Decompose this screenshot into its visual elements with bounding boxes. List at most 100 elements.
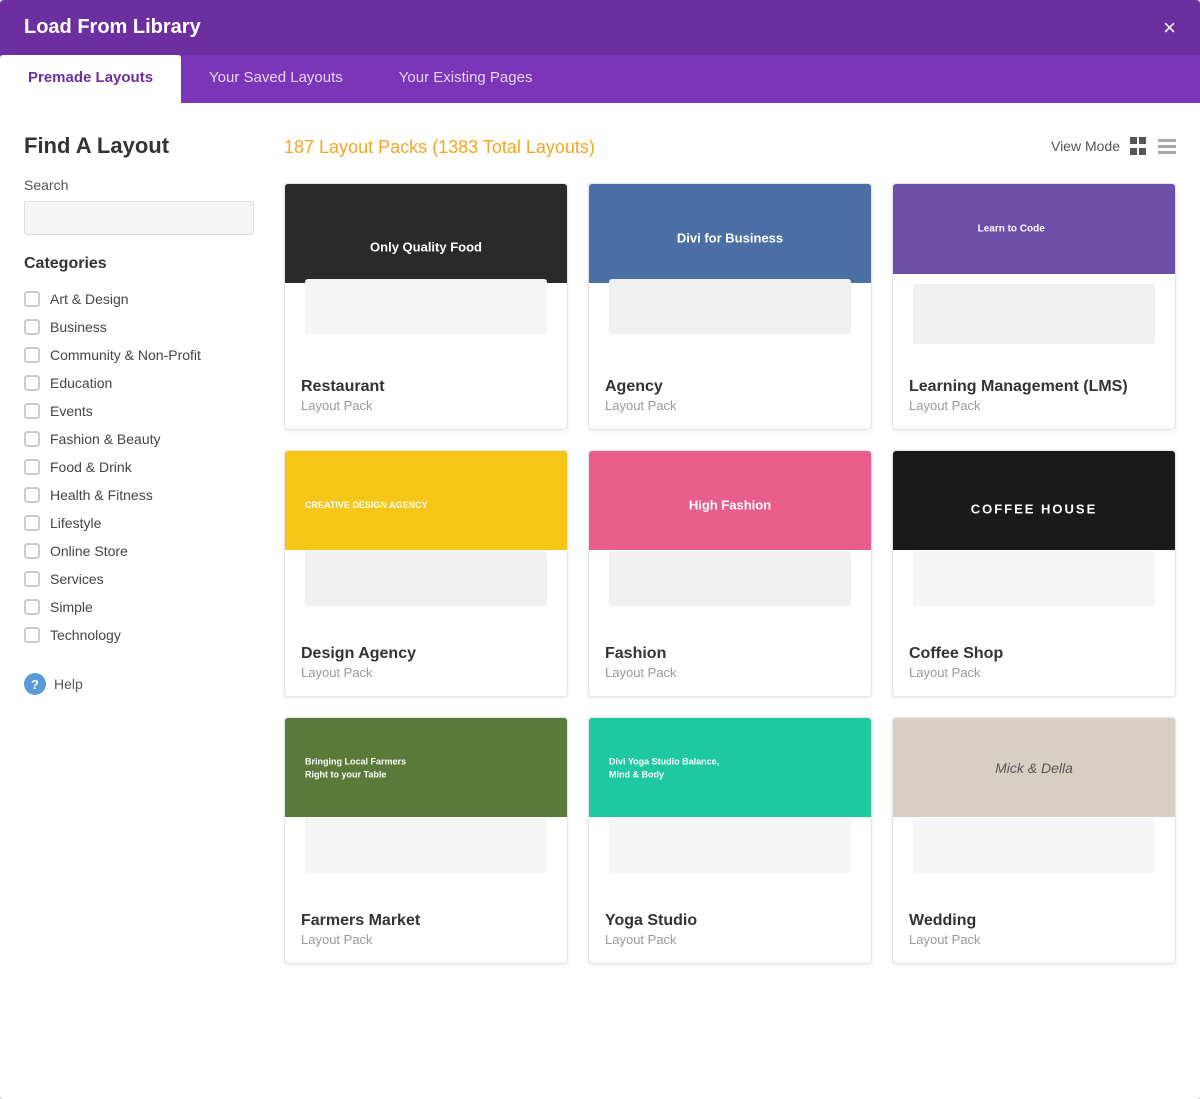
- category-checkbox-lifestyle[interactable]: [24, 515, 40, 531]
- category-checkbox-services[interactable]: [24, 571, 40, 587]
- card-name-restaurant: Restaurant: [301, 378, 551, 396]
- categories-list: Art & Design Business Community & Non-Pr…: [24, 285, 254, 649]
- main-header: 187 Layout Packs (1383 Total Layouts) Vi…: [284, 133, 1176, 159]
- category-label-simple: Simple: [50, 599, 93, 615]
- category-label-technology: Technology: [50, 627, 121, 643]
- modal: Load From Library × Premade Layouts Your…: [0, 0, 1200, 1099]
- card-name-fashion: Fashion: [605, 645, 855, 663]
- category-checkbox-food[interactable]: [24, 459, 40, 475]
- card-info-coffee-shop: Coffee Shop Layout Pack: [893, 631, 1175, 696]
- category-item-fashion[interactable]: Fashion & Beauty: [24, 425, 254, 453]
- category-item-community[interactable]: Community & Non-Profit: [24, 341, 254, 369]
- card-info-design-agency: Design Agency Layout Pack: [285, 631, 567, 696]
- tab-existing[interactable]: Your Existing Pages: [371, 55, 561, 103]
- category-item-art[interactable]: Art & Design: [24, 285, 254, 313]
- category-item-technology[interactable]: Technology: [24, 621, 254, 649]
- category-item-online-store[interactable]: Online Store: [24, 537, 254, 565]
- categories-title: Categories: [24, 255, 254, 273]
- card-thumbnail-design-agency: [285, 451, 567, 631]
- card-type-lms: Layout Pack: [909, 398, 1159, 413]
- card-image-restaurant: [285, 184, 567, 364]
- layout-card-design-agency[interactable]: Design Agency Layout Pack: [284, 450, 568, 697]
- category-checkbox-art[interactable]: [24, 291, 40, 307]
- card-thumbnail-farmers-market: [285, 718, 567, 898]
- tab-saved[interactable]: Your Saved Layouts: [181, 55, 371, 103]
- search-label: Search: [24, 177, 254, 193]
- card-thumbnail-lms: [893, 184, 1175, 364]
- card-name-coffee-shop: Coffee Shop: [909, 645, 1159, 663]
- tab-premade[interactable]: Premade Layouts: [0, 55, 181, 103]
- layout-grid: Restaurant Layout Pack Agency Layout Pac…: [284, 183, 1176, 964]
- category-checkbox-technology[interactable]: [24, 627, 40, 643]
- category-checkbox-online-store[interactable]: [24, 543, 40, 559]
- layout-card-lms[interactable]: Learning Management (LMS) Layout Pack: [892, 183, 1176, 430]
- category-checkbox-health[interactable]: [24, 487, 40, 503]
- list-view-button[interactable]: [1158, 137, 1176, 155]
- category-checkbox-business[interactable]: [24, 319, 40, 335]
- category-label-lifestyle: Lifestyle: [50, 515, 101, 531]
- card-name-wedding: Wedding: [909, 912, 1159, 930]
- category-item-simple[interactable]: Simple: [24, 593, 254, 621]
- card-thumbnail-restaurant: [285, 184, 567, 364]
- category-checkbox-fashion[interactable]: [24, 431, 40, 447]
- card-type-coffee-shop: Layout Pack: [909, 665, 1159, 680]
- layout-card-coffee-shop[interactable]: Coffee Shop Layout Pack: [892, 450, 1176, 697]
- category-item-lifestyle[interactable]: Lifestyle: [24, 509, 254, 537]
- category-label-art: Art & Design: [50, 291, 129, 307]
- category-label-community: Community & Non-Profit: [50, 347, 201, 363]
- modal-header: Load From Library ×: [0, 0, 1200, 55]
- category-label-food: Food & Drink: [50, 459, 132, 475]
- category-item-health[interactable]: Health & Fitness: [24, 481, 254, 509]
- card-image-fashion: [589, 451, 871, 631]
- sidebar: Find A Layout Search Categories Art & De…: [24, 133, 254, 964]
- category-label-services: Services: [50, 571, 104, 587]
- category-checkbox-events[interactable]: [24, 403, 40, 419]
- card-thumbnail-fashion: [589, 451, 871, 631]
- close-button[interactable]: ×: [1163, 17, 1176, 39]
- card-type-restaurant: Layout Pack: [301, 398, 551, 413]
- category-item-services[interactable]: Services: [24, 565, 254, 593]
- card-image-agency: [589, 184, 871, 364]
- category-label-events: Events: [50, 403, 93, 419]
- grid-view-button[interactable]: [1130, 137, 1148, 155]
- card-type-design-agency: Layout Pack: [301, 665, 551, 680]
- card-name-yoga-studio: Yoga Studio: [605, 912, 855, 930]
- category-item-events[interactable]: Events: [24, 397, 254, 425]
- help-label: Help: [54, 676, 83, 692]
- layout-card-agency[interactable]: Agency Layout Pack: [588, 183, 872, 430]
- category-checkbox-simple[interactable]: [24, 599, 40, 615]
- category-label-education: Education: [50, 375, 112, 391]
- search-input[interactable]: [24, 201, 254, 235]
- layout-card-restaurant[interactable]: Restaurant Layout Pack: [284, 183, 568, 430]
- content-area: Find A Layout Search Categories Art & De…: [0, 103, 1200, 994]
- tab-bar: Premade Layouts Your Saved Layouts Your …: [0, 55, 1200, 103]
- card-info-farmers-market: Farmers Market Layout Pack: [285, 898, 567, 963]
- view-mode-control: View Mode: [1051, 137, 1176, 155]
- category-label-health: Health & Fitness: [50, 487, 153, 503]
- help-icon: ?: [24, 673, 46, 695]
- card-info-lms: Learning Management (LMS) Layout Pack: [893, 364, 1175, 429]
- layout-card-yoga-studio[interactable]: Yoga Studio Layout Pack: [588, 717, 872, 964]
- card-type-agency: Layout Pack: [605, 398, 855, 413]
- layout-card-fashion[interactable]: Fashion Layout Pack: [588, 450, 872, 697]
- layout-card-wedding[interactable]: Wedding Layout Pack: [892, 717, 1176, 964]
- category-checkbox-community[interactable]: [24, 347, 40, 363]
- card-thumbnail-wedding: [893, 718, 1175, 898]
- help-button[interactable]: ? Help: [24, 673, 254, 695]
- card-info-restaurant: Restaurant Layout Pack: [285, 364, 567, 429]
- card-image-farmers-market: [285, 718, 567, 898]
- card-image-yoga-studio: [589, 718, 871, 898]
- modal-title: Load From Library: [24, 16, 201, 39]
- category-checkbox-education[interactable]: [24, 375, 40, 391]
- card-image-wedding: [893, 718, 1175, 898]
- layout-card-farmers-market[interactable]: Farmers Market Layout Pack: [284, 717, 568, 964]
- category-item-food[interactable]: Food & Drink: [24, 453, 254, 481]
- card-name-design-agency: Design Agency: [301, 645, 551, 663]
- card-name-farmers-market: Farmers Market: [301, 912, 551, 930]
- category-item-business[interactable]: Business: [24, 313, 254, 341]
- card-name-agency: Agency: [605, 378, 855, 396]
- category-label-fashion: Fashion & Beauty: [50, 431, 161, 447]
- card-thumbnail-yoga-studio: [589, 718, 871, 898]
- card-type-farmers-market: Layout Pack: [301, 932, 551, 947]
- category-item-education[interactable]: Education: [24, 369, 254, 397]
